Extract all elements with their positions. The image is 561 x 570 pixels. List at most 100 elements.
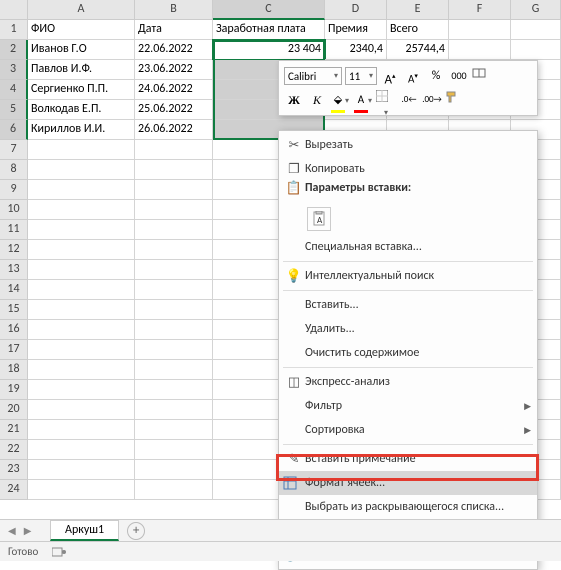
sheet-tab-active[interactable]: Аркуш1 <box>50 520 119 541</box>
cell-B8[interactable] <box>135 160 213 180</box>
row-header-23[interactable]: 23 <box>0 460 28 480</box>
row-header-22[interactable]: 22 <box>0 440 28 460</box>
row-header-10[interactable]: 10 <box>0 200 28 220</box>
decrease-font-icon[interactable]: A▾ <box>403 66 423 86</box>
row-header-15[interactable]: 15 <box>0 300 28 320</box>
row-header-9[interactable]: 9 <box>0 180 28 200</box>
add-sheet-button[interactable]: + <box>127 522 145 540</box>
cell-A22[interactable] <box>28 440 135 460</box>
cell-A2[interactable]: Иванов Г.О <box>28 40 135 60</box>
cell-A12[interactable] <box>28 240 135 260</box>
font-color-button[interactable]: A▾ <box>353 90 373 110</box>
row-header-20[interactable]: 20 <box>0 400 28 420</box>
cell-A6[interactable]: Кириллов И.И. <box>28 120 135 140</box>
cell-B6[interactable]: 26.06.2022 <box>135 120 213 140</box>
paste-option-button[interactable]: A <box>307 207 331 231</box>
cell-B2[interactable]: 22.06.2022 <box>135 40 213 60</box>
format-painter-icon[interactable] <box>445 90 465 110</box>
cell-A5[interactable]: Волкодав Е.П. <box>28 100 135 120</box>
col-header-C[interactable]: C <box>213 0 325 20</box>
row-header-6[interactable]: 6 <box>0 120 28 140</box>
cell-A4[interactable]: Сергиенко П.П. <box>28 80 135 100</box>
cell-A15[interactable] <box>28 300 135 320</box>
cell-A8[interactable] <box>28 160 135 180</box>
cell-A20[interactable] <box>28 400 135 420</box>
row-header-1[interactable]: 1 <box>0 20 28 40</box>
cell-F2[interactable] <box>449 40 511 60</box>
cell-A11[interactable] <box>28 220 135 240</box>
menu-format-cells[interactable]: Формат ячеек... <box>279 471 537 495</box>
font-selector[interactable]: Calibri▾ <box>284 67 342 85</box>
menu-clear[interactable]: Очистить содержимое <box>279 341 537 365</box>
cell-G1[interactable] <box>511 20 561 40</box>
menu-quick-analysis[interactable]: ◫ Экспресс-анализ <box>279 370 537 394</box>
cell-B18[interactable] <box>135 360 213 380</box>
menu-delete[interactable]: Удалить... <box>279 317 537 341</box>
cell-A23[interactable] <box>28 460 135 480</box>
cell-A10[interactable] <box>28 200 135 220</box>
cell-A19[interactable] <box>28 380 135 400</box>
col-header-G[interactable]: G <box>511 0 561 20</box>
cell-A21[interactable] <box>28 420 135 440</box>
row-header-13[interactable]: 13 <box>0 260 28 280</box>
currency-icon[interactable]: % <box>426 66 446 86</box>
cell-A24[interactable] <box>28 480 135 500</box>
row-header-2[interactable]: 2 <box>0 40 28 60</box>
menu-pick-from-list[interactable]: Выбрать из раскрывающегося списка... <box>279 495 537 519</box>
cell-A7[interactable] <box>28 140 135 160</box>
borders-button[interactable]: ▾ <box>376 90 396 110</box>
cell-B10[interactable] <box>135 200 213 220</box>
row-header-11[interactable]: 11 <box>0 220 28 240</box>
cell-B4[interactable]: 24.06.2022 <box>135 80 213 100</box>
cell-B19[interactable] <box>135 380 213 400</box>
cell-B20[interactable] <box>135 400 213 420</box>
col-header-E[interactable]: E <box>387 0 449 20</box>
menu-paste-special[interactable]: Специальная вставка... <box>279 235 537 259</box>
cell-A13[interactable] <box>28 260 135 280</box>
cell-A3[interactable]: Павлов И.Ф. <box>28 60 135 80</box>
cell-A9[interactable] <box>28 180 135 200</box>
cell-B15[interactable] <box>135 300 213 320</box>
cell-A16[interactable] <box>28 320 135 340</box>
cell-E2[interactable]: 25744,4 <box>387 40 449 60</box>
cell-B16[interactable] <box>135 320 213 340</box>
col-header-D[interactable]: D <box>325 0 387 20</box>
cell-B9[interactable] <box>135 180 213 200</box>
decrease-decimal-icon[interactable]: .0← <box>399 90 419 110</box>
col-header-B[interactable]: B <box>135 0 213 20</box>
col-header-A[interactable]: A <box>28 0 135 20</box>
cell-B22[interactable] <box>135 440 213 460</box>
menu-sort[interactable]: Сортировка ▶ <box>279 418 537 442</box>
cell-A14[interactable] <box>28 280 135 300</box>
cell-B3[interactable]: 23.06.2022 <box>135 60 213 80</box>
cell-E1[interactable]: Всего <box>387 20 449 40</box>
cell-B5[interactable]: 25.06.2022 <box>135 100 213 120</box>
merge-icon[interactable] <box>472 66 492 86</box>
row-header-21[interactable]: 21 <box>0 420 28 440</box>
menu-filter[interactable]: Фильтр ▶ <box>279 394 537 418</box>
row-header-12[interactable]: 12 <box>0 240 28 260</box>
cell-B1[interactable]: Дата <box>135 20 213 40</box>
row-header-7[interactable]: 7 <box>0 140 28 160</box>
row-header-3[interactable]: 3 <box>0 60 28 80</box>
increase-font-icon[interactable]: A▴ <box>380 66 400 86</box>
cell-B7[interactable] <box>135 140 213 160</box>
cell-B11[interactable] <box>135 220 213 240</box>
cell-C2[interactable]: 23 404 <box>213 40 325 60</box>
cell-F1[interactable] <box>449 20 511 40</box>
menu-insert-comment[interactable]: ✎ Вставить примечание <box>279 447 537 471</box>
thousands-icon[interactable]: 000 <box>449 66 469 86</box>
cell-B12[interactable] <box>135 240 213 260</box>
menu-copy[interactable]: ❐ Копировать <box>279 157 537 181</box>
macro-record-icon[interactable] <box>52 546 66 558</box>
row-header-18[interactable]: 18 <box>0 360 28 380</box>
cell-D1[interactable]: Премия <box>325 20 387 40</box>
prev-sheet-icon[interactable]: ◀ <box>8 524 16 537</box>
col-header-F[interactable]: F <box>449 0 511 20</box>
row-header-24[interactable]: 24 <box>0 480 28 500</box>
cell-B17[interactable] <box>135 340 213 360</box>
next-sheet-icon[interactable]: ▶ <box>24 524 32 537</box>
cell-C1[interactable]: Заработная плата <box>213 20 325 40</box>
row-header-16[interactable]: 16 <box>0 320 28 340</box>
row-header-14[interactable]: 14 <box>0 280 28 300</box>
